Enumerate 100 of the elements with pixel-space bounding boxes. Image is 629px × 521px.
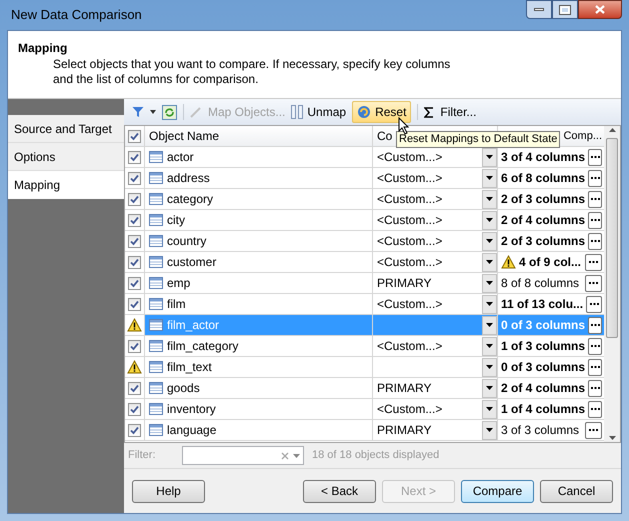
dialog-button[interactable]: Cancel — [540, 480, 613, 502]
columns-count: 0 of 3 columns — [501, 317, 586, 334]
checkbox[interactable] — [128, 382, 141, 394]
checkbox[interactable] — [128, 256, 141, 268]
table-icon — [149, 340, 163, 352]
maximize-button[interactable] — [552, 0, 578, 19]
checkbox[interactable] — [128, 340, 141, 352]
columns-count: 3 of 4 columns — [501, 149, 586, 166]
table-icon — [149, 235, 163, 247]
table-row[interactable]: category <Custom...> 2 of 3 columns — [125, 189, 604, 210]
key-value: <Custom...> — [377, 192, 442, 206]
dropdown-button[interactable] — [482, 400, 497, 418]
table-icon — [149, 319, 163, 331]
ellipsis-button[interactable] — [585, 274, 602, 292]
scroll-thumb[interactable] — [606, 138, 618, 338]
ellipsis-button[interactable] — [588, 316, 602, 334]
checkbox[interactable] — [128, 402, 141, 416]
scroll-down-icon[interactable] — [608, 436, 616, 440]
sidebar-item[interactable]: Mapping — [8, 171, 124, 199]
ellipsis-button[interactable] — [588, 212, 602, 228]
filter-icon[interactable] — [132, 106, 144, 118]
filter-button[interactable]: Filter... — [424, 103, 476, 121]
columns-count: 1 of 4 columns — [501, 401, 586, 418]
caret-icon[interactable] — [150, 110, 156, 114]
dropdown-button[interactable] — [482, 148, 497, 166]
caret-icon — [486, 365, 493, 369]
ellipsis-button[interactable] — [588, 338, 602, 354]
table-row[interactable]: film_category <Custom...> 1 of 3 columns — [125, 336, 604, 357]
dropdown-button[interactable] — [482, 378, 497, 398]
table-row[interactable]: film_text 0 of 3 columns — [125, 357, 604, 378]
column-header[interactable]: Comp... — [563, 128, 602, 144]
dropdown-button[interactable] — [482, 168, 497, 188]
caret-icon — [486, 302, 493, 306]
dialog-button[interactable]: Help — [132, 480, 205, 502]
close-button[interactable] — [578, 0, 622, 19]
table-icon — [149, 298, 163, 310]
object-name: category — [167, 191, 214, 208]
checkbox[interactable] — [128, 192, 141, 206]
checkbox[interactable] — [128, 424, 141, 436]
object-name: inventory — [167, 401, 216, 418]
key-value: PRIMARY — [377, 276, 432, 290]
table-row[interactable]: language PRIMARY 3 of 3 columns — [125, 420, 604, 441]
reset-button[interactable]: Reset — [352, 101, 412, 123]
table-row[interactable]: city <Custom...> 2 of 4 columns — [125, 210, 604, 231]
checkbox[interactable] — [128, 214, 141, 226]
dropdown-button[interactable] — [482, 190, 497, 208]
table-row[interactable]: customer <Custom...> 4 of 9 col... — [125, 252, 604, 273]
object-name: actor — [167, 149, 194, 166]
dropdown-button[interactable] — [482, 210, 497, 230]
table-row[interactable]: inventory <Custom...> 1 of 4 columns — [125, 399, 604, 420]
ellipsis-button[interactable] — [588, 358, 602, 376]
ellipsis-button[interactable] — [586, 296, 602, 312]
dropdown-button[interactable] — [482, 358, 497, 376]
checkbox[interactable] — [128, 298, 141, 310]
ellipsis-button[interactable] — [585, 254, 602, 270]
columns-count: 4 of 9 col... — [519, 254, 582, 271]
dropdown-button[interactable] — [482, 316, 497, 334]
column-header[interactable]: Object Name — [145, 126, 373, 146]
checkbox[interactable] — [128, 130, 141, 142]
table-icon — [149, 361, 163, 373]
dropdown-button[interactable] — [482, 252, 497, 272]
close-icon — [595, 5, 605, 14]
table-icon — [149, 424, 163, 436]
tooltip: Reset Mappings to Default State — [396, 131, 560, 148]
minimize-button[interactable] — [526, 0, 552, 19]
refresh-icon[interactable] — [162, 104, 177, 120]
checkbox[interactable] — [128, 172, 141, 184]
dropdown-button[interactable] — [482, 232, 497, 250]
checkbox[interactable] — [128, 150, 141, 164]
scrollbar[interactable] — [604, 126, 620, 442]
checkbox[interactable] — [128, 234, 141, 248]
scroll-up-icon[interactable] — [608, 128, 616, 132]
caret-icon — [486, 260, 493, 264]
ellipsis-button[interactable] — [588, 380, 602, 396]
ellipsis-button[interactable] — [588, 148, 602, 166]
sidebar-item[interactable]: Source and Target — [8, 115, 124, 143]
table-row[interactable]: film <Custom...> 11 of 13 colu... — [125, 294, 604, 315]
dialog-button[interactable]: Compare — [461, 480, 534, 502]
table-row[interactable]: emp PRIMARY 8 of 8 columns — [125, 273, 604, 294]
ellipsis-button[interactable] — [588, 170, 602, 186]
dropdown-button[interactable] — [482, 420, 497, 440]
unmap-button[interactable]: Unmap — [291, 103, 346, 121]
dropdown-button[interactable] — [482, 274, 497, 292]
table-row[interactable]: address <Custom...> 6 of 8 columns — [125, 168, 604, 189]
columns-count: 2 of 4 columns — [501, 380, 586, 397]
dialog-button[interactable]: < Back — [303, 480, 376, 502]
ellipsis-button[interactable] — [588, 190, 602, 208]
ellipsis-button[interactable] — [588, 232, 602, 250]
ellipsis-button[interactable] — [588, 400, 602, 418]
checkbox[interactable] — [128, 276, 141, 290]
column-header[interactable]: Co — [377, 127, 392, 145]
ellipsis-button[interactable] — [585, 422, 602, 438]
table-row[interactable]: goods PRIMARY 2 of 4 columns — [125, 378, 604, 399]
dropdown-button[interactable] — [482, 294, 497, 314]
table-icon — [149, 382, 163, 394]
sidebar-item[interactable]: Options — [8, 143, 124, 171]
columns-count: 1 of 3 columns — [501, 338, 586, 355]
table-row[interactable]: country <Custom...> 2 of 3 columns — [125, 231, 604, 252]
table-row[interactable]: actor <Custom...> 3 of 4 columns — [125, 147, 604, 168]
dropdown-button[interactable] — [482, 336, 497, 356]
